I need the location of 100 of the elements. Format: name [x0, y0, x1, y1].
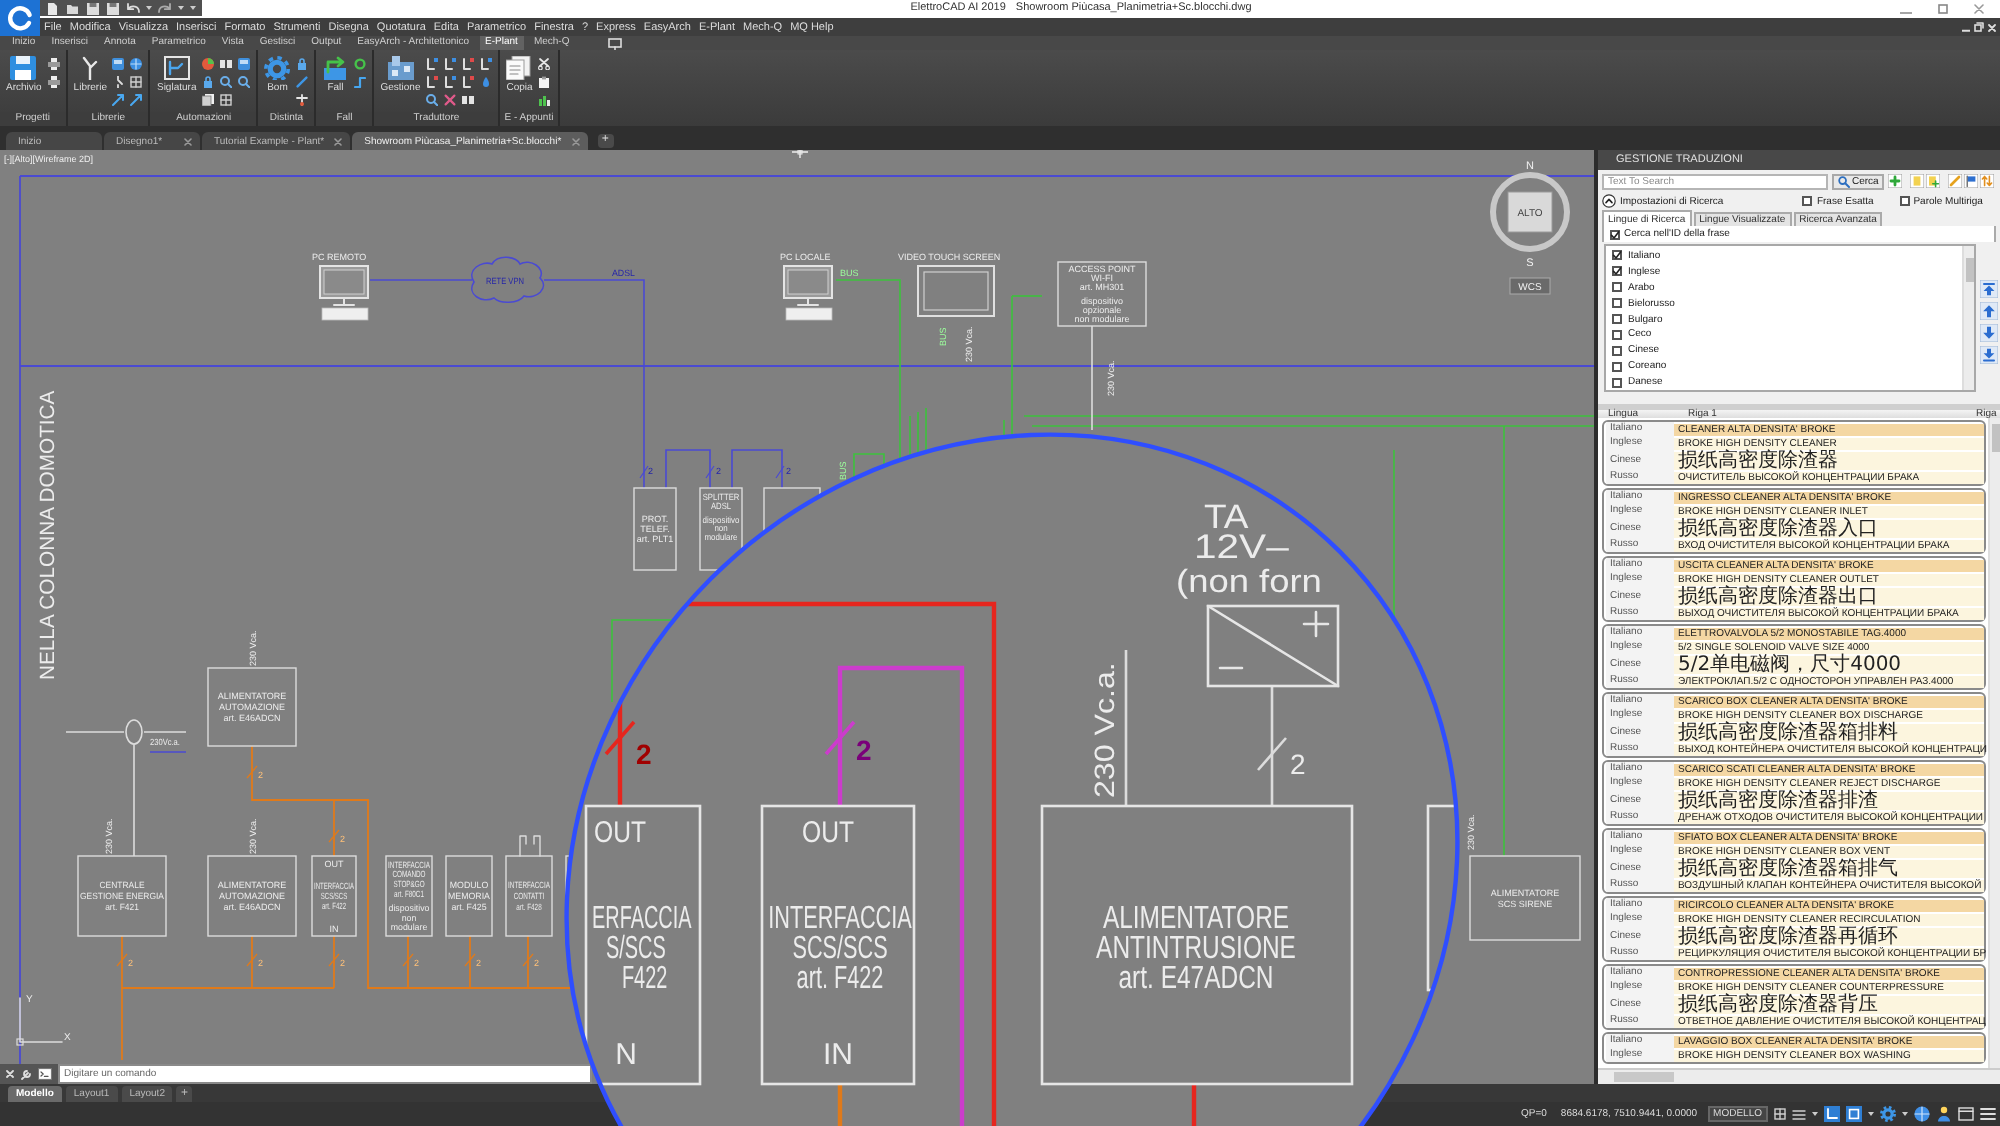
checkbox[interactable]: [1612, 361, 1622, 372]
undo-icon[interactable]: [126, 1, 140, 15]
grid-icon[interactable]: [220, 94, 233, 106]
figure-icon[interactable]: [1936, 1106, 1952, 1122]
viewcube-face[interactable]: [1507, 191, 1553, 233]
bracket-icon[interactable]: [480, 58, 493, 70]
diagonal-arrow-icon[interactable]: [130, 94, 143, 106]
drawing-label: NELLA COLONNA DOMOTICA: [38, 390, 60, 680]
window-icon[interactable]: [1958, 1106, 1974, 1122]
globe-icon[interactable]: [130, 58, 143, 70]
lock-icon[interactable]: [296, 58, 309, 70]
tile-icon[interactable]: [238, 58, 251, 70]
scissors-icon[interactable]: [538, 58, 551, 70]
save-icon[interactable]: [86, 1, 100, 15]
switch-icon[interactable]: [112, 76, 125, 88]
x-mark-icon[interactable]: [444, 94, 457, 106]
step-icon[interactable]: [354, 76, 367, 88]
magnifier-icon[interactable]: [426, 94, 439, 106]
drop-icon[interactable]: [480, 76, 493, 88]
bracket-icon[interactable]: [426, 76, 439, 88]
bracket-icon[interactable]: [444, 58, 457, 70]
scrollbar-thumb[interactable]: [1965, 258, 1973, 282]
checkbox[interactable]: [1612, 250, 1622, 261]
port-label: IN: [823, 1038, 853, 1072]
caret-icon[interactable]: [146, 6, 152, 10]
frame-icon[interactable]: [1846, 1106, 1862, 1122]
ring-logo-icon[interactable]: [0, 0, 40, 36]
chart-bars-icon[interactable]: [538, 94, 551, 106]
checkbox[interactable]: [1612, 377, 1622, 388]
ring-icon[interactable]: [354, 58, 367, 70]
arrow-up-icon[interactable]: [1980, 302, 1998, 320]
device-block: [505, 855, 553, 937]
printer-icon[interactable]: [47, 76, 60, 88]
flag-icon[interactable]: [1964, 174, 1979, 188]
gear-icon[interactable]: [1880, 1106, 1896, 1122]
redo-icon[interactable]: [158, 1, 172, 15]
cross-with-dot-icon[interactable]: [296, 94, 309, 106]
scrollbar[interactable]: [1598, 1068, 2000, 1084]
caret-icon[interactable]: [1902, 1112, 1908, 1116]
bracket-icon[interactable]: [462, 58, 475, 70]
checkbox[interactable]: [1612, 266, 1622, 277]
checkbox[interactable]: [1899, 196, 1910, 206]
bracket-icon[interactable]: [444, 76, 457, 88]
device-label: INTERFACCIA SCS/SCS art. F422: [768, 899, 912, 995]
magnifier-icon[interactable]: [220, 76, 233, 88]
translation-cell[interactable]: 5/2单电磁阀，尺寸4000: [1674, 655, 1984, 673]
columns-icon[interactable]: [220, 58, 233, 70]
checkbox[interactable]: [1612, 345, 1622, 356]
maximize-icon[interactable]: [1938, 4, 1948, 14]
device-block: [77, 855, 167, 937]
wire-line: [369, 279, 473, 281]
globe-icon[interactable]: [1914, 1106, 1930, 1122]
wrench-icon[interactable]: [20, 1068, 32, 1080]
chevron-up-icon[interactable]: [1602, 194, 1616, 208]
wire-line: [65, 731, 125, 733]
device-block: [1469, 855, 1581, 941]
bracket-icon[interactable]: [426, 58, 439, 70]
pie-icon[interactable]: [202, 58, 215, 70]
checkbox[interactable]: [1612, 329, 1622, 340]
checkbox[interactable]: [1612, 282, 1622, 293]
scrollbar[interactable]: [1988, 418, 2000, 1068]
printer-icon[interactable]: [47, 58, 60, 70]
lock-icon[interactable]: [202, 76, 215, 88]
checkbox[interactable]: [1612, 314, 1622, 324]
clipboard-icon[interactable]: [538, 76, 551, 88]
save-icon[interactable]: [106, 1, 120, 15]
scrollbar-thumb[interactable]: [1991, 424, 1999, 452]
close-icon[interactable]: [334, 137, 343, 145]
scrollbar[interactable]: [1962, 246, 1974, 390]
pencil-icon[interactable]: [296, 76, 309, 88]
caret-icon[interactable]: [1868, 1112, 1874, 1116]
grid-icon[interactable]: [130, 76, 143, 88]
add-icon[interactable]: [1888, 174, 1903, 188]
arrow-to-top-icon[interactable]: [1980, 280, 1998, 298]
bracket-icon[interactable]: [462, 76, 475, 88]
columns-icon[interactable]: [462, 94, 475, 106]
pages-icon[interactable]: [202, 94, 215, 106]
wire-count-mark: [328, 953, 340, 967]
restore-icon[interactable]: [1974, 22, 1984, 32]
ucs-button[interactable]: [1509, 277, 1551, 295]
viewcube-ring[interactable]: [1490, 172, 1570, 252]
menu-icon[interactable]: [1980, 1106, 1996, 1122]
sort-icon[interactable]: [1980, 174, 1995, 188]
arrow-down-icon[interactable]: [1980, 324, 1998, 342]
scrollbar-thumb[interactable]: [1614, 1072, 1674, 1082]
device-label: ERFACCIA S/SCS F422: [592, 899, 692, 996]
checkbox[interactable]: [1610, 229, 1620, 239]
angle-icon[interactable]: [1824, 1106, 1840, 1122]
caret-icon[interactable]: [1812, 1112, 1818, 1116]
close-icon[interactable]: [184, 137, 192, 145]
page-plus-icon[interactable]: [1926, 174, 1941, 188]
tile-icon[interactable]: [112, 58, 125, 70]
screen-icon[interactable]: [607, 37, 622, 49]
diagonal-arrow-icon[interactable]: [112, 94, 125, 106]
checkbox[interactable]: [1802, 196, 1813, 206]
grid-icon[interactable]: [1774, 1108, 1786, 1120]
list-icon[interactable]: [1792, 1107, 1806, 1121]
magnifier-icon[interactable]: [238, 76, 251, 88]
arrow-to-bottom-icon[interactable]: [1980, 346, 1998, 364]
checkbox[interactable]: [1612, 298, 1622, 309]
